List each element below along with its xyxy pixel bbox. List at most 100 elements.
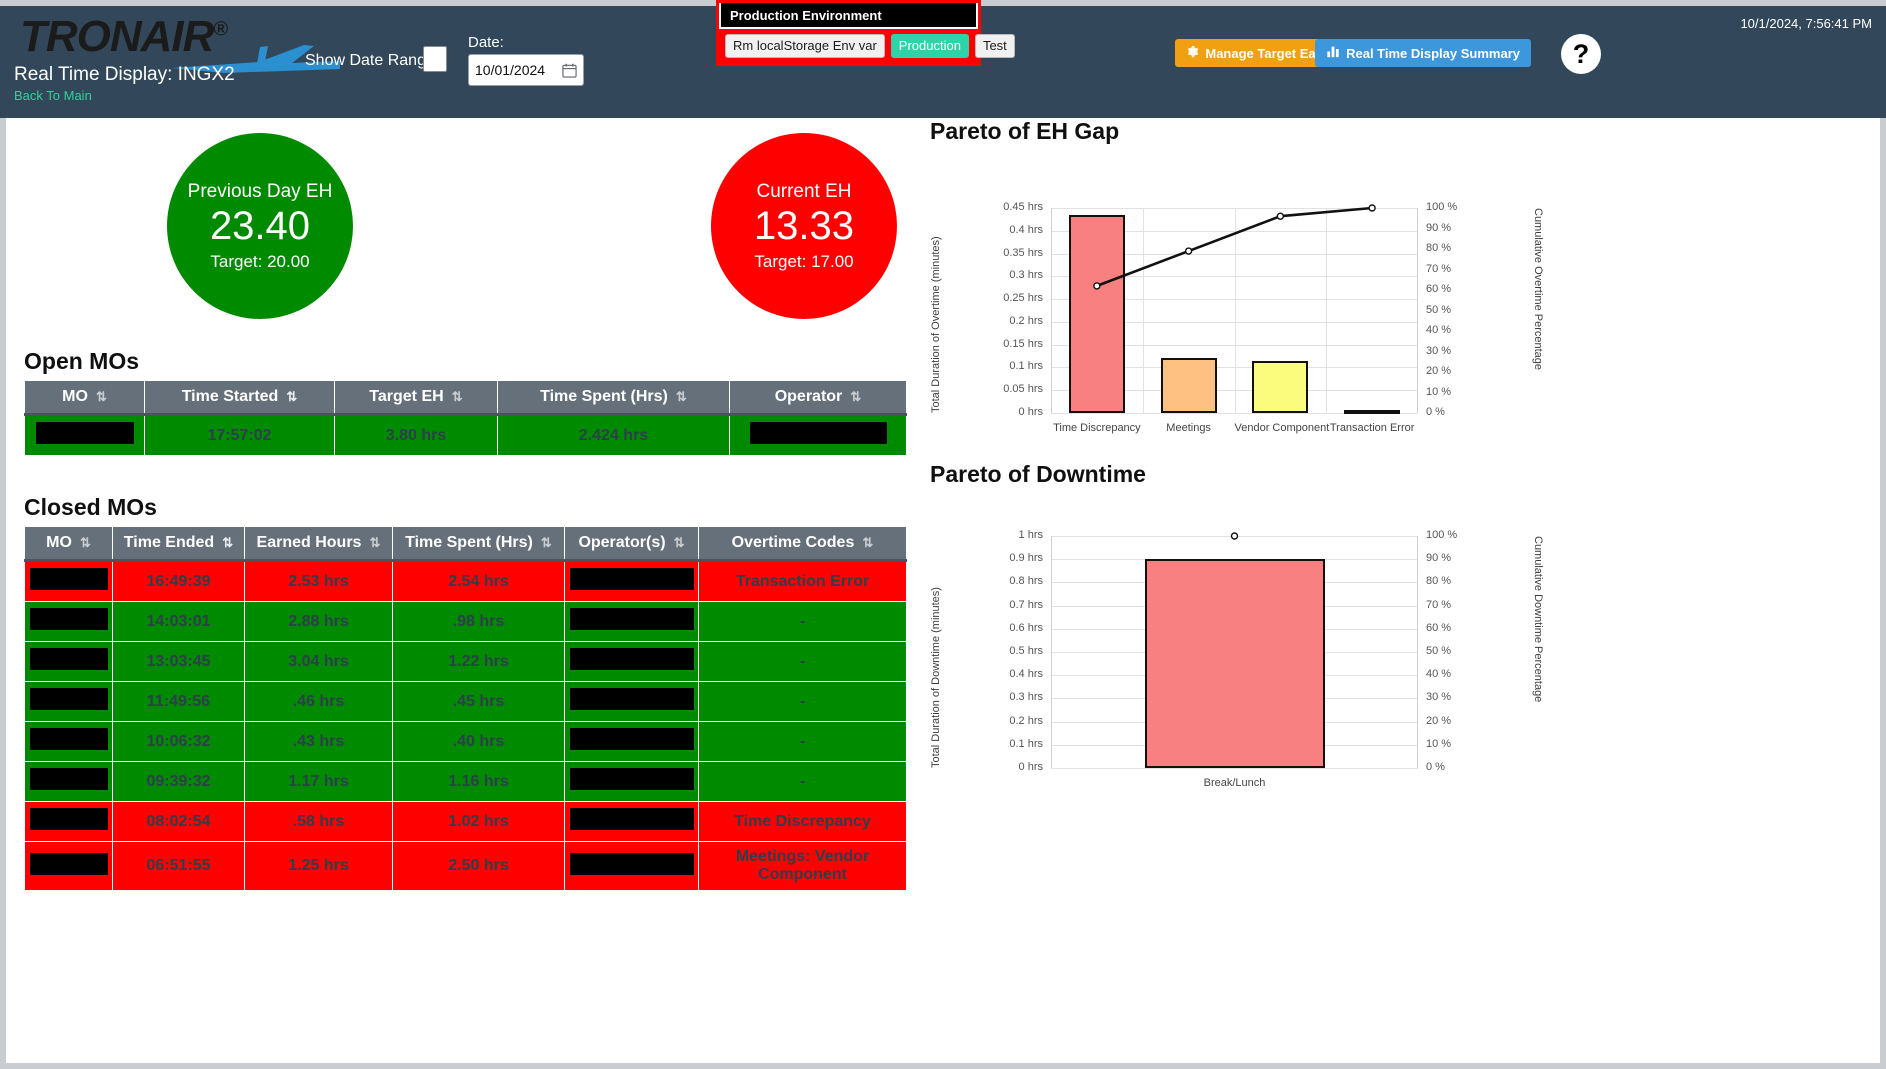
current-eh-value: 13.33 xyxy=(753,203,855,248)
open-mos-col-target-eh[interactable]: Target EH ⇅ xyxy=(334,380,498,416)
sort-both-icon[interactable]: ⇅ xyxy=(94,389,107,405)
sort-both-icon[interactable]: ⇅ xyxy=(860,535,873,551)
closed_mos-cell-operators xyxy=(564,560,699,602)
sort-desc-icon[interactable]: ⇅ xyxy=(220,535,233,551)
bar-chart-icon xyxy=(1326,45,1340,61)
rm-localstorage-env-var-button[interactable]: Rm localStorage Env var xyxy=(725,34,885,58)
show-date-range-checkbox[interactable] xyxy=(423,46,447,72)
environment-banner: Production Environment Rm localStorage E… xyxy=(716,0,1015,66)
current-eh-label: Current EH xyxy=(756,180,852,202)
tronair-logo[interactable]: TRONAIR® xyxy=(14,10,340,73)
open-mos-title: Open MOs xyxy=(24,348,140,374)
closed_mos-cell-earned-hours: 2.88 hrs xyxy=(244,601,393,642)
closed-mos-col-time-ended[interactable]: Time Ended ⇅ xyxy=(112,526,245,562)
date-label: Date: xyxy=(468,34,504,51)
real-time-display-page: TRONAIR® Real Time Display: INGX2 Back T… xyxy=(0,0,1886,1069)
closed_mos-cell-earned-hours: .58 hrs xyxy=(244,801,393,842)
table-row[interactable]: 17:57:02 3.80 hrs 2.424 hrs xyxy=(24,414,907,456)
table-row[interactable]: 08:02:54.58 hrs 1.02 hrs Time Discrepancy xyxy=(24,801,907,842)
redacted-value xyxy=(569,808,694,830)
table-row[interactable]: 14:03:01 2.88 hrs .98 hrs - xyxy=(24,601,907,642)
closed-mos-col-earned-hours[interactable]: Earned Hours ⇅ xyxy=(244,526,393,562)
date-input[interactable]: 10/01/2024 xyxy=(468,54,584,86)
closed-mos-col-mo[interactable]: MO ⇅ xyxy=(24,526,113,562)
sort-both-icon[interactable]: ⇅ xyxy=(78,535,91,551)
sort-both-icon[interactable]: ⇅ xyxy=(539,535,552,551)
closed-mos-col-time-spent-hrs[interactable]: Time Spent (Hrs) ⇅ xyxy=(392,526,565,562)
open-mos-table: MO ⇅ Time Started ⇅ Target EH ⇅ Time Spent (Hr… xyxy=(24,380,907,456)
table-row[interactable]: 13:03:45 3.04 hrs 1.22 hrs - xyxy=(24,641,907,682)
back-to-main-link[interactable]: Back To Main xyxy=(14,88,92,103)
open-mos-col-time-started[interactable]: Time Started ⇅ xyxy=(144,380,335,416)
sort-both-icon[interactable]: ⇅ xyxy=(848,389,861,405)
column-label: Operator xyxy=(774,388,843,405)
open-mos-col-mo[interactable]: MO ⇅ xyxy=(24,380,145,416)
redacted-value xyxy=(569,648,694,670)
cumulative-percentage-line xyxy=(1093,204,1376,290)
pareto-downtime-title: Pareto of Downtime xyxy=(930,461,1146,487)
page-title: Real Time Display: INGX2 xyxy=(14,64,235,85)
current-eh-target: Target: 17.00 xyxy=(754,251,854,271)
test-env-button[interactable]: Test xyxy=(974,34,1015,58)
closed_mos-cell-time-spent: 1.16 hrs xyxy=(392,761,565,802)
redacted-value xyxy=(29,808,108,830)
real-time-display-summary-label: Real Time Display Summary xyxy=(1346,45,1520,61)
closed_mos-cell-operators xyxy=(564,721,699,762)
current-eh-circle: Current EH 13.33 Target: 17.00 xyxy=(711,133,897,319)
pareto-downtime-plot: Total Duration of Downtime (minutes) Cumu… xyxy=(926,496,1546,826)
table-row[interactable]: 06:51:55 1.25 hrs 2.50 hrs Meetings: Vendor… xyxy=(24,841,907,891)
open-mos-col-operator[interactable]: Operator ⇅ xyxy=(729,380,907,416)
closed_mos-cell-overtime-codes: Meetings: Vendor Component xyxy=(698,841,907,891)
open_mos-cell-operator xyxy=(729,414,907,456)
logo-text: TRONAIR xyxy=(20,12,214,61)
redacted-value xyxy=(29,728,108,750)
closed-mos-col-overtime-codes[interactable]: Overtime Codes ⇅ xyxy=(698,526,907,562)
previous-day-eh-label: Previous Day EH xyxy=(187,180,333,202)
closed_mos-cell-time-spent: 2.54 hrs xyxy=(392,560,565,602)
closed_mos-cell-operators xyxy=(564,761,699,802)
redacted-value xyxy=(569,768,694,790)
closed_mos-cell-time-ended: 09:39:32 xyxy=(112,761,245,802)
logo-wordmark: TRONAIR® xyxy=(20,12,228,62)
table-row[interactable]: 09:39:32 1.17 hrs 1.16 hrs - xyxy=(24,761,907,802)
closed_mos-cell-operators xyxy=(564,801,699,842)
table-row[interactable]: 16:49:39 2.53 hrs 2.54 hrs Transaction Erro… xyxy=(24,560,907,602)
closed_mos-cell-time-spent: 1.02 hrs xyxy=(392,801,565,842)
redacted-value xyxy=(29,608,108,630)
show-date-range-label: Show Date Range: xyxy=(305,52,440,69)
closed_mos-cell-mo xyxy=(24,801,113,842)
closed_mos-cell-time-spent: .98 hrs xyxy=(392,601,565,642)
sort-both-icon[interactable]: ⇅ xyxy=(672,535,685,551)
redacted-value xyxy=(569,568,694,590)
closed_mos-cell-overtime-codes: Time Discrepancy xyxy=(698,801,907,842)
sort-both-icon[interactable]: ⇅ xyxy=(674,389,687,405)
table-row[interactable]: 11:49:56.46 hrs .45 hrs - xyxy=(24,681,907,722)
closed_mos-cell-mo xyxy=(24,761,113,802)
column-label: Earned Hours xyxy=(256,534,362,551)
gear-icon xyxy=(1186,45,1199,61)
sort-desc-icon[interactable]: ⇅ xyxy=(284,389,297,405)
open-mos-header-row: MO ⇅ Time Started ⇅ Target EH ⇅ Time Spent (Hr… xyxy=(24,380,907,416)
open-mos-col-time-spent-hrs[interactable]: Time Spent (Hrs) ⇅ xyxy=(497,380,730,416)
open_mos-cell-time-started: 17:57:02 xyxy=(144,414,335,456)
closed_mos-cell-time-ended: 13:03:45 xyxy=(112,641,245,682)
calendar-icon[interactable] xyxy=(562,63,577,78)
production-env-button[interactable]: Production xyxy=(890,34,969,58)
sort-both-icon[interactable]: ⇅ xyxy=(367,535,381,551)
closed-mos-col-operator-s[interactable]: Operator(s) ⇅ xyxy=(564,526,699,562)
redacted-value xyxy=(569,852,694,875)
app-header: TRONAIR® Real Time Display: INGX2 Back T… xyxy=(0,0,1886,118)
closed_mos-cell-mo xyxy=(24,721,113,762)
table-row[interactable]: 10:06:32.43 hrs .40 hrs - xyxy=(24,721,907,762)
current-timestamp: 10/1/2024, 7:56:41 PM xyxy=(1740,16,1872,31)
sort-both-icon[interactable]: ⇅ xyxy=(450,389,463,405)
redacted-value xyxy=(29,852,108,875)
closed_mos-cell-earned-hours: .43 hrs xyxy=(244,721,393,762)
real-time-display-summary-button[interactable]: Real Time Display Summary xyxy=(1315,39,1531,67)
closed_mos-cell-overtime-codes: - xyxy=(698,601,907,642)
closed_mos-cell-time-spent: 2.50 hrs xyxy=(392,841,565,891)
closed_mos-cell-mo xyxy=(24,641,113,682)
help-button[interactable]: ? xyxy=(1561,34,1601,74)
closed_mos-cell-time-spent: .40 hrs xyxy=(392,721,565,762)
column-label: Time Ended xyxy=(123,534,215,551)
